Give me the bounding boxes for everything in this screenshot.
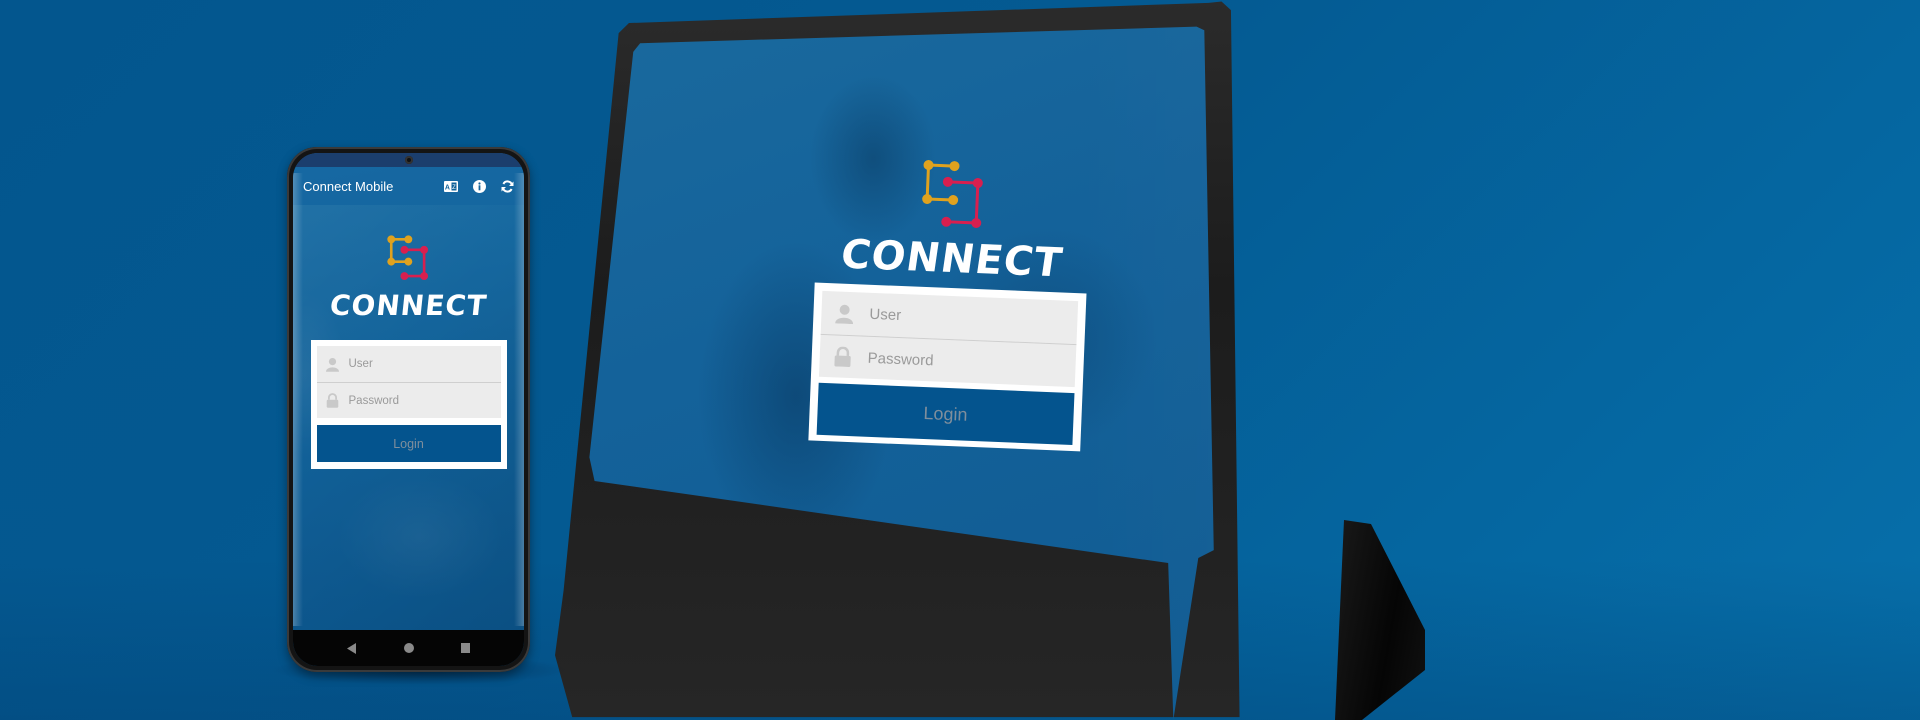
user-icon	[835, 304, 854, 324]
user-field[interactable]: User	[316, 346, 501, 382]
connect-wordmark: CONNECT	[837, 231, 1066, 287]
svg-text:Z: Z	[452, 185, 456, 191]
nav-back-button[interactable]	[344, 640, 360, 656]
password-placeholder: Password	[867, 349, 934, 369]
recents-square-icon	[461, 643, 470, 653]
tablet-login-screen: CONNECT User Password Login	[808, 155, 1087, 452]
back-triangle-icon	[346, 642, 356, 654]
connect-logo-icon	[386, 235, 428, 281]
info-button[interactable]	[468, 175, 490, 197]
connect-logo-icon	[922, 160, 983, 228]
info-icon	[472, 179, 486, 193]
login-button[interactable]: Login	[816, 382, 1075, 446]
app-bar: Connect Mobile A Z	[293, 167, 524, 205]
nav-recents-button[interactable]	[458, 640, 474, 656]
user-icon	[325, 357, 339, 372]
password-placeholder: Password	[348, 394, 400, 407]
nav-home-button[interactable]	[401, 640, 417, 656]
home-circle-icon	[403, 643, 414, 653]
refresh-icon	[501, 179, 513, 193]
login-button[interactable]: Login	[316, 425, 501, 462]
translate-button[interactable]: A Z	[440, 175, 462, 197]
lock-icon	[834, 346, 851, 367]
login-form: User Password Login	[310, 340, 507, 469]
phone-login-screen: CONNECT User Password Login	[293, 235, 524, 469]
android-nav-bar	[293, 630, 524, 666]
phone-screen: Connect Mobile A Z CONNECT User Password…	[293, 153, 524, 666]
password-field[interactable]: Password	[818, 333, 1077, 388]
password-field[interactable]: Password	[316, 382, 501, 418]
status-bar	[293, 153, 524, 167]
phone-edge-highlight	[293, 173, 303, 626]
user-placeholder: User	[869, 305, 902, 325]
front-camera	[404, 156, 413, 164]
connect-wordmark: CONNECT	[328, 289, 489, 322]
phone-edge-highlight	[514, 173, 524, 626]
tablet-device: CONNECT User Password Login	[555, 0, 1415, 720]
user-placeholder: User	[348, 358, 373, 370]
app-title: Connect Mobile	[303, 178, 394, 194]
lock-icon	[326, 393, 338, 408]
phone-device: Connect Mobile A Z CONNECT User Password…	[287, 147, 530, 672]
login-form: User Password Login	[808, 282, 1087, 452]
svg-text:A: A	[445, 184, 450, 191]
translate-icon: A Z	[444, 180, 458, 192]
